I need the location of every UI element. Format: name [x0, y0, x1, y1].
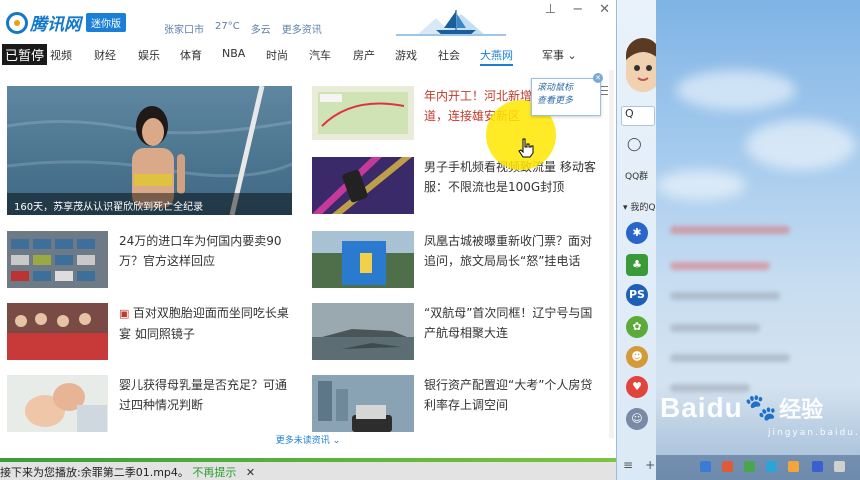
paused-overlay: 已暂停 — [2, 44, 48, 65]
tencent-logo-icon — [6, 11, 28, 34]
more-info-link[interactable]: 更多资讯 — [282, 21, 322, 36]
nav-house[interactable]: 房产 — [353, 47, 375, 63]
tooltip-line-2: 查看更多 — [537, 96, 574, 106]
window-controls: ⊥ − ✕ — [545, 2, 610, 17]
qq-add-icon[interactable]: + — [645, 458, 655, 472]
article-title-8[interactable]: 银行资产配置迎“大考”个人房贷利率存上调空间 — [424, 375, 596, 415]
tray-icon[interactable] — [700, 461, 711, 472]
nav-military[interactable]: 军事 ⌄ — [542, 47, 577, 63]
article-thumb-2[interactable] — [312, 157, 414, 214]
watermark-jingyan: 经验 — [779, 398, 824, 423]
qq-panel: Q ◯ QQ群 ▾ 我的QQ群 16 ✱ ♣ PS ✿ ☻ ♥ ☺ ≡ + — [616, 0, 686, 480]
qq-main-menu-icon[interactable]: ≡ — [623, 458, 633, 472]
city-label[interactable]: 张家口市 — [164, 21, 204, 36]
sheep-icon[interactable]: ✿ — [626, 316, 648, 338]
article-thumb-1[interactable] — [312, 86, 414, 140]
next-play-text: 接下来为您播放:余罪第二季01.mp4。 — [0, 466, 189, 479]
nav-fashion[interactable]: 时尚 — [266, 47, 288, 63]
baidu-paw-icon: 🐾 — [744, 393, 778, 423]
tencent-logo[interactable]: 腾讯网 迷你版 — [6, 10, 126, 35]
taskbar — [656, 455, 860, 480]
face-icon[interactable]: ☻ — [626, 346, 648, 368]
qq-chat-tab-icon[interactable]: ◯ — [627, 137, 642, 152]
nav-auto[interactable]: 汽车 — [309, 47, 331, 63]
tray-icon[interactable] — [788, 461, 799, 472]
logo-text: 腾讯网 — [30, 15, 81, 35]
article-thumb-7[interactable] — [7, 375, 108, 432]
heart-icon[interactable]: ♥ — [626, 376, 648, 398]
avatar[interactable] — [626, 38, 660, 92]
dont-remind-link[interactable]: 不再提示 — [192, 466, 236, 479]
mini-version-badge: 迷你版 — [86, 13, 126, 32]
article-thumb-5[interactable] — [7, 303, 108, 360]
chevron-down-icon: ⌄ — [567, 49, 577, 62]
article-title-6[interactable]: “双航母”首次同框！辽宁号与国产航母相聚大连 — [424, 303, 596, 343]
scroll-hint-tooltip: 滚动鼠标 查看更多 — [531, 78, 601, 116]
weather-label: 多云 — [250, 25, 271, 36]
tray-icon[interactable] — [766, 461, 777, 472]
news-window: 腾讯网 迷你版 张家口市 27°C 多云 更多资讯 ⊥ − ✕ 视频 财经 娱乐… — [0, 0, 616, 462]
paw-icon[interactable]: ✱ — [626, 222, 648, 244]
nav-entertainment[interactable]: 娱乐 — [138, 47, 160, 63]
qq-group-tab[interactable]: QQ群 — [625, 169, 648, 182]
article-thumb-4[interactable] — [312, 231, 414, 288]
nav-video[interactable]: 视频 — [50, 47, 72, 63]
nav-finance[interactable]: 财经 — [94, 47, 116, 63]
minimize-icon[interactable]: − — [572, 2, 583, 17]
article-thumb-3[interactable] — [7, 231, 108, 288]
qq-search-input[interactable]: Q — [621, 106, 655, 126]
article-thumb-8[interactable] — [312, 375, 414, 432]
article-title-5[interactable]: ▣ 百对双胞胎迎面而坐同吃长桌宴 如同照镜子 — [119, 303, 295, 344]
scrollbar[interactable] — [609, 70, 614, 438]
close-notice-icon[interactable]: ✕ — [246, 466, 255, 479]
nav-games[interactable]: 游戏 — [395, 47, 417, 63]
more-news-link[interactable]: 更多未读资讯 ⌄ — [0, 433, 616, 449]
nav-society[interactable]: 社会 — [438, 47, 460, 63]
tree-icon[interactable]: ♣ — [626, 254, 648, 276]
tray-icon[interactable] — [812, 461, 823, 472]
nav-dayan[interactable]: 大燕网 — [480, 47, 513, 66]
nav-nba[interactable]: NBA — [222, 47, 245, 60]
article-thumb-6[interactable] — [312, 303, 414, 360]
article-title-3[interactable]: 24万的进口车为何国内要卖90万？官方这样回应 — [119, 231, 295, 271]
tray-icon[interactable] — [722, 461, 733, 472]
article-title-7[interactable]: 婴儿获得母乳量是否充足？可通过四种情况判断 — [119, 375, 295, 415]
watermark-brand: Baidu — [660, 392, 743, 423]
qq-bottom-bar: ≡ + — [623, 458, 655, 472]
header: 腾讯网 迷你版 张家口市 27°C 多云 更多资讯 ⊥ − ✕ — [0, 0, 616, 40]
headline-caption: 160天，苏享茂从认识翟欣欣到死亡全纪录 — [7, 193, 292, 215]
tray-icon[interactable] — [744, 461, 755, 472]
tooltip-line-1: 滚动鼠标 — [537, 83, 574, 93]
kid-icon[interactable]: ☺ — [626, 408, 648, 430]
baidu-jingyan-watermark: Baidu 🐾 经验 — [660, 392, 823, 424]
weather-info: 张家口市 27°C 多云 更多资讯 — [164, 21, 322, 36]
photo-gallery-icon: ▣ — [119, 307, 133, 320]
close-icon[interactable]: ✕ — [599, 2, 610, 17]
photoshop-icon[interactable]: PS — [626, 284, 648, 306]
article-title-4[interactable]: 凤凰古城被曝重新收门票？面对追问，旅文局局长“怒”挂电话 — [424, 231, 596, 271]
hand-cursor-icon — [518, 138, 534, 162]
pin-icon[interactable]: ⊥ — [545, 2, 556, 17]
player-notice-bar: 接下来为您播放:余罪第二季01.mp4。 不再提示 ✕ — [0, 462, 616, 480]
category-nav: 视频 财经 娱乐 体育 NBA 时尚 汽车 房产 游戏 社会 大燕网 军事 ⌄ — [0, 40, 616, 95]
temperature-label: 27°C — [215, 21, 240, 32]
watermark-url: jingyan.baidu.com — [768, 428, 860, 438]
tooltip-close-icon[interactable]: ✕ — [593, 73, 603, 83]
sailboat-illustration — [396, 10, 506, 36]
chevron-down-icon: ⌄ — [332, 436, 341, 446]
tray-icon[interactable] — [834, 461, 845, 472]
headline-card[interactable]: 160天，苏享茂从认识翟欣欣到死亡全纪录 — [7, 86, 292, 215]
nav-sports[interactable]: 体育 — [180, 47, 202, 63]
search-icon: Q — [625, 107, 634, 120]
